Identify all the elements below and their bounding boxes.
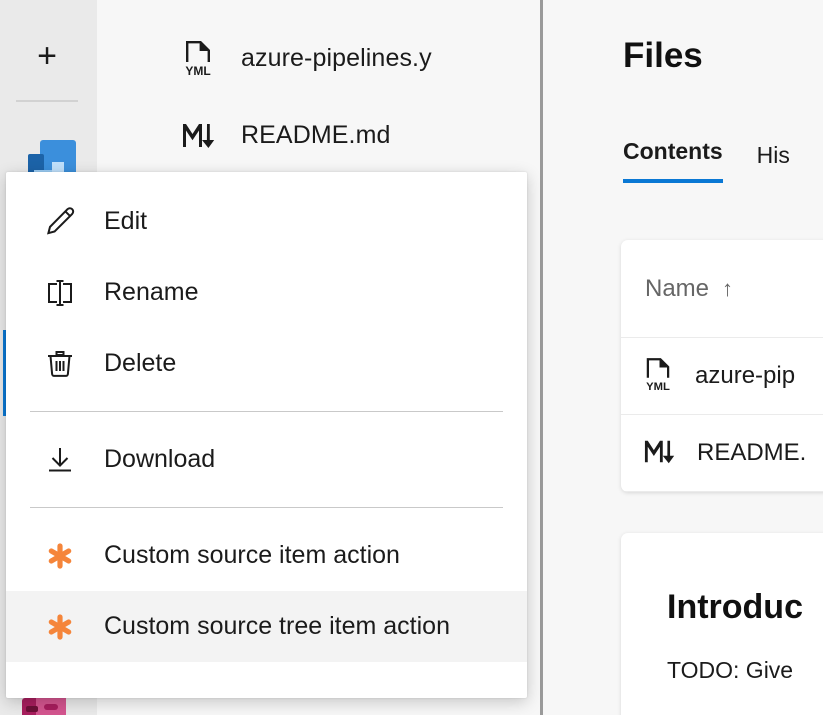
- readme-heading: Introduc: [667, 588, 803, 627]
- menu-item-download[interactable]: Download: [6, 424, 527, 495]
- svg-text:YML: YML: [646, 380, 670, 391]
- menu-item-rename[interactable]: Rename: [6, 257, 527, 328]
- pencil-icon: [38, 206, 82, 238]
- yml-file-icon: YML: [175, 39, 221, 77]
- svg-text:YML: YML: [185, 64, 210, 77]
- menu-item-label: Delete: [104, 349, 176, 378]
- asterisk-icon: [38, 613, 82, 641]
- tab-contents[interactable]: Contents: [623, 138, 723, 183]
- menu-item-label: Custom source item action: [104, 541, 400, 570]
- add-button[interactable]: +: [24, 33, 70, 79]
- context-menu: Edit Rename De: [6, 172, 527, 698]
- menu-item-label: Custom source tree item action: [104, 612, 450, 641]
- markdown-file-icon: [643, 436, 675, 471]
- menu-item-label: Rename: [104, 278, 199, 307]
- file-name: azure-pip: [695, 362, 795, 390]
- readme-preview-card: Introduc TODO: Give: [621, 533, 823, 715]
- menu-item-label: Download: [104, 445, 215, 474]
- files-table-header: Name ↑: [621, 240, 823, 338]
- tree-item-azure-pipelines[interactable]: YML azure-pipelines.y: [97, 22, 540, 94]
- yml-file-icon: YML: [643, 356, 673, 397]
- files-content-panel: Files Contents His Name ↑ YML azure-pip: [543, 0, 823, 715]
- app-root: + YML: [0, 0, 823, 715]
- markdown-file-icon: [175, 119, 221, 151]
- menu-item-label: Edit: [104, 207, 147, 236]
- rename-icon: [38, 277, 82, 309]
- tree-item-label: README.md: [241, 121, 391, 150]
- menu-separator: [30, 411, 503, 412]
- menu-separator: [30, 507, 503, 508]
- page-title: Files: [623, 36, 703, 76]
- content-tabs: Contents His: [623, 138, 790, 183]
- readme-body: TODO: Give: [667, 657, 793, 684]
- menu-item-edit[interactable]: Edit: [6, 186, 527, 257]
- rail-divider: [16, 100, 78, 102]
- asterisk-icon: [38, 542, 82, 570]
- trash-icon: [38, 348, 82, 380]
- column-header-name[interactable]: Name: [645, 275, 709, 303]
- menu-item-delete[interactable]: Delete: [6, 328, 527, 399]
- tree-item-readme[interactable]: README.md: [97, 99, 540, 171]
- download-icon: [38, 444, 82, 476]
- file-name: README.: [697, 439, 806, 467]
- tab-history[interactable]: His: [757, 142, 790, 183]
- menu-item-custom-source-tree-item-action[interactable]: Custom source tree item action: [6, 591, 527, 662]
- files-table-card: Name ↑ YML azure-pip: [621, 240, 823, 492]
- menu-item-custom-source-item-action[interactable]: Custom source item action: [6, 520, 527, 591]
- table-row[interactable]: YML azure-pip: [621, 338, 823, 415]
- tree-item-label: azure-pipelines.y: [241, 44, 432, 73]
- table-row[interactable]: README.: [621, 415, 823, 492]
- sort-ascending-icon[interactable]: ↑: [722, 276, 733, 302]
